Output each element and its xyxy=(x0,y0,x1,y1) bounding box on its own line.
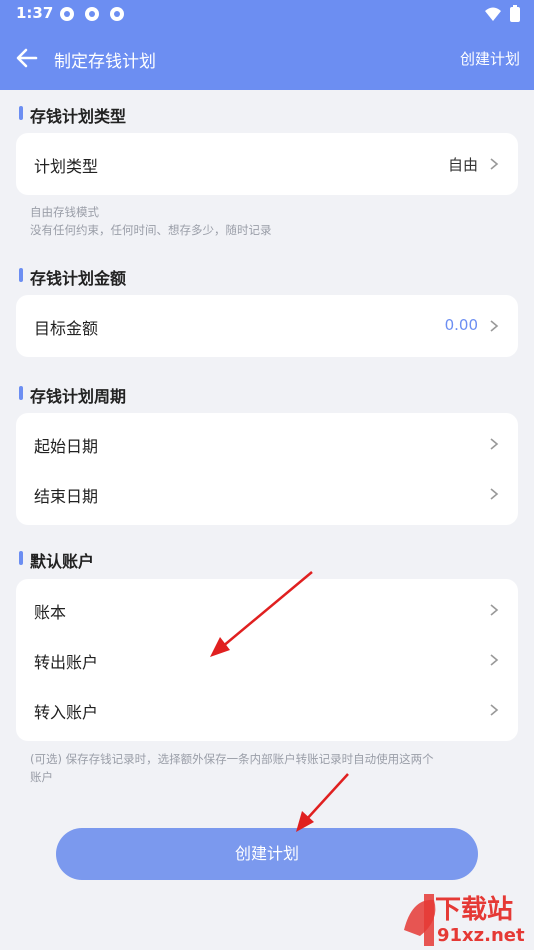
watermark-url: 91xz.net xyxy=(437,925,525,946)
chevron-right-icon xyxy=(490,320,499,332)
chevron-right-icon xyxy=(490,488,499,500)
section-marker xyxy=(19,386,23,400)
plan-type-label: 计划类型 xyxy=(34,157,99,176)
page-title: 制定存钱计划 xyxy=(54,52,156,72)
plan-type-note: 自由存钱模式 没有任何约束，任何时间、想存多少，随时记录 xyxy=(30,203,272,239)
transfer-in-row[interactable]: 转入账户 xyxy=(16,685,518,735)
transfer-in-label: 转入账户 xyxy=(34,703,99,722)
notification-icon xyxy=(85,7,99,21)
watermark-text: 下载站 xyxy=(435,895,514,925)
target-amount-value: 0.00 xyxy=(444,316,478,334)
chevron-right-icon xyxy=(490,704,499,716)
notification-icon xyxy=(60,7,74,21)
chevron-right-icon xyxy=(490,158,499,170)
create-plan-button[interactable]: 创建计划 xyxy=(56,828,478,880)
status-bar: 1:37 xyxy=(0,0,534,28)
target-amount-label: 目标金额 xyxy=(34,319,99,338)
plan-type-row[interactable]: 计划类型 自由 xyxy=(16,139,518,189)
section-title-amount: 存钱计划金额 xyxy=(30,269,127,288)
plan-type-card: 计划类型 自由 xyxy=(16,133,518,195)
section-marker xyxy=(19,551,23,565)
chevron-right-icon xyxy=(490,438,499,450)
book-label: 账本 xyxy=(34,603,67,622)
amount-card: 目标金额 0.00 xyxy=(16,295,518,357)
section-title-period: 存钱计划周期 xyxy=(30,387,127,406)
period-card: 起始日期 结束日期 xyxy=(16,413,518,525)
battery-icon xyxy=(510,5,520,22)
transfer-out-label: 转出账户 xyxy=(34,653,99,672)
chevron-right-icon xyxy=(490,654,499,666)
end-date-label: 结束日期 xyxy=(34,487,99,506)
notification-icon xyxy=(110,7,124,21)
note-line: 自由存钱模式 xyxy=(30,205,99,219)
section-marker xyxy=(19,268,23,282)
target-amount-row[interactable]: 目标金额 0.00 xyxy=(16,301,518,351)
note-line: 没有任何约束，任何时间、想存多少，随时记录 xyxy=(30,223,272,237)
book-row[interactable]: 账本 xyxy=(16,585,518,635)
note-line: (可选) 保存存钱记录时，选择额外保存一条内部账户转账记录时自动使用这两个 xyxy=(30,752,434,766)
app-bar: 制定存钱计划 创建计划 xyxy=(0,28,534,90)
transfer-out-row[interactable]: 转出账户 xyxy=(16,635,518,685)
back-arrow-icon[interactable] xyxy=(14,45,40,71)
section-marker xyxy=(19,106,23,120)
status-time: 1:37 xyxy=(16,4,54,22)
chevron-right-icon xyxy=(490,604,499,616)
section-title-type: 存钱计划类型 xyxy=(30,107,127,126)
start-date-row[interactable]: 起始日期 xyxy=(16,419,518,469)
plan-type-value: 自由 xyxy=(447,156,478,174)
wifi-icon xyxy=(485,7,501,21)
account-card: 账本 转出账户 转入账户 xyxy=(16,579,518,741)
account-note: (可选) 保存存钱记录时，选择额外保存一条内部账户转账记录时自动使用这两个 账户 xyxy=(30,750,510,786)
start-date-label: 起始日期 xyxy=(34,437,99,456)
note-line: 账户 xyxy=(30,770,53,784)
section-title-account: 默认账户 xyxy=(30,552,95,571)
create-plan-action[interactable]: 创建计划 xyxy=(460,48,520,69)
end-date-row[interactable]: 结束日期 xyxy=(16,469,518,519)
